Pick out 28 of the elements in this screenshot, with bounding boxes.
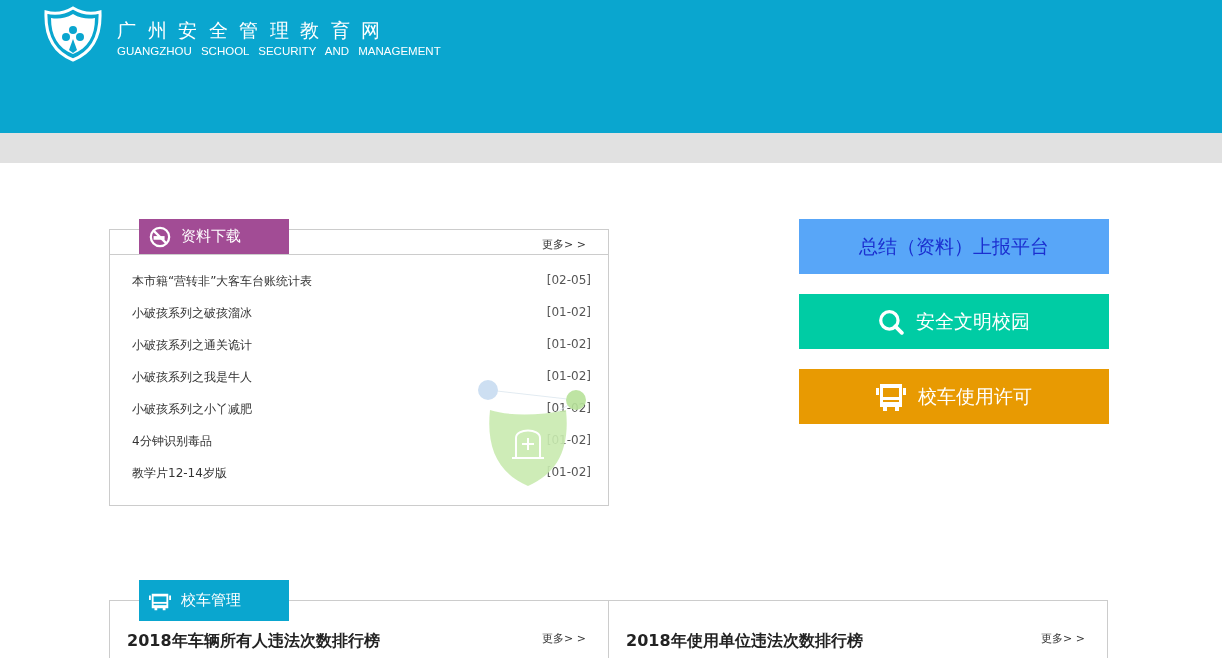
site-title: 广州安全管理教育网 <box>117 18 393 42</box>
bus-icon <box>876 381 906 412</box>
site-subtitle: GUANGZHOU SCHOOL SECURITY AND MANAGEMENT <box>117 45 441 57</box>
link-button[interactable]: 总结（资料）上报平台 <box>799 219 1109 274</box>
download-link[interactable]: 教学片12-14岁版 <box>132 465 227 497</box>
shield-logo-icon <box>43 6 103 62</box>
item-date: [01-02] <box>546 465 591 481</box>
download-link[interactable]: 小破孩系列之小丫减肥 <box>132 401 252 433</box>
more-link[interactable]: 更多> > <box>542 631 586 648</box>
download-link[interactable]: 4分钟识别毒品 <box>132 433 212 465</box>
item-date: [01-02] <box>546 305 591 321</box>
item-date: [01-02] <box>546 401 591 417</box>
search-icon <box>878 308 904 335</box>
download-link[interactable]: 小破孩系列之通关诡计 <box>132 337 252 369</box>
item-date: [01-02] <box>546 337 591 353</box>
download-link[interactable]: 小破孩系列之我是牛人 <box>132 369 252 401</box>
section-title: 校车管理 <box>181 591 241 610</box>
download-link[interactable]: 小破孩系列之破孩溜冰 <box>132 305 252 337</box>
more-link[interactable]: 更多> > <box>1041 631 1085 648</box>
more-link[interactable]: 更多> > <box>542 237 586 254</box>
download-link[interactable]: 本市籍“营转非”大客车台账统计表 <box>132 273 313 305</box>
section-tab[interactable]: 资料下载 <box>139 219 289 254</box>
item-date: [02-05] <box>546 273 591 289</box>
ranking-title: 2018年车辆所有人违法次数排行榜 <box>127 631 380 652</box>
no-smoking-icon <box>149 225 171 248</box>
ranking-title: 2018年使用单位违法次数排行榜 <box>626 631 863 652</box>
item-date: [01-02] <box>546 369 591 385</box>
section-title: 资料下载 <box>181 227 241 246</box>
